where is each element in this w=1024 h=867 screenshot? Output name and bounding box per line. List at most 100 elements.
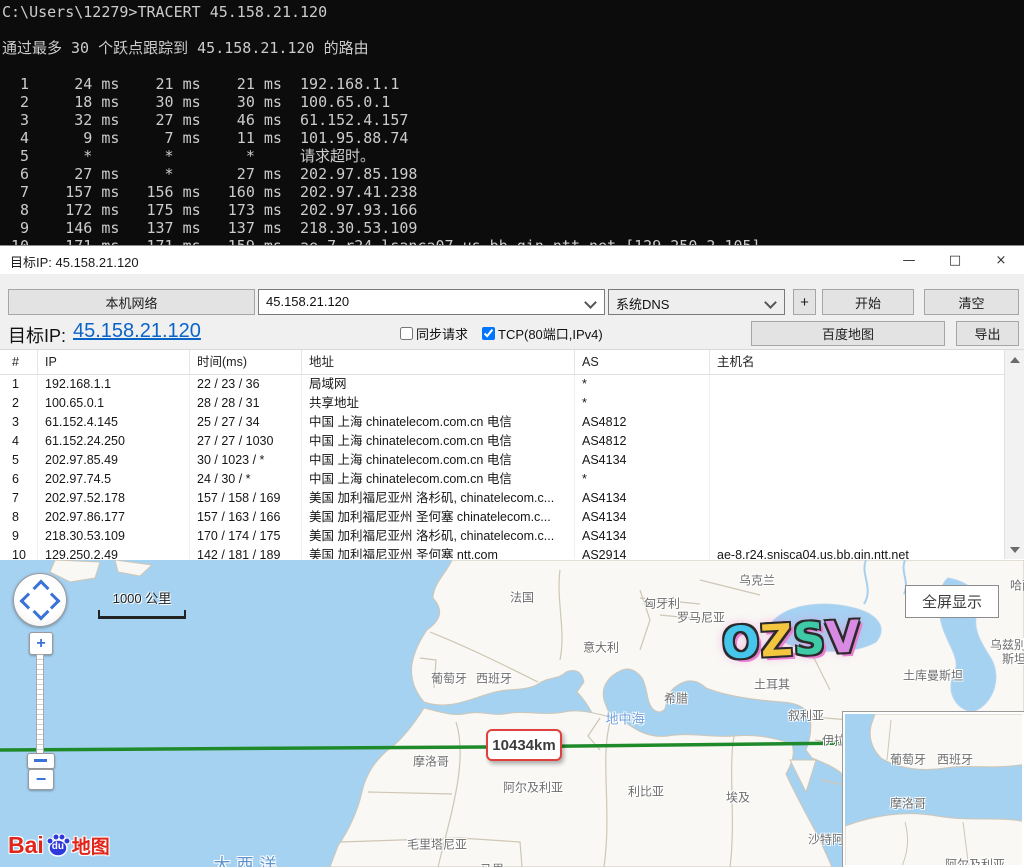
pan-up-icon[interactable] (33, 580, 50, 597)
terminal-line: 1 24 ms 21 ms 21 ms 192.168.1.1 (2, 75, 1024, 93)
table-cell: 9 (0, 527, 38, 546)
table-cell: 局域网 (302, 375, 575, 394)
dns-combobox[interactable]: 系统DNS (608, 289, 785, 315)
sync-checkbox[interactable] (400, 327, 413, 340)
pan-down-icon[interactable] (33, 604, 50, 621)
col-header-hostname[interactable]: 主机名 (710, 350, 1024, 374)
table-cell (710, 508, 1024, 527)
table-cell: 192.168.1.1 (38, 375, 190, 394)
map-label: 大西洋 (214, 851, 283, 867)
table-cell: 4 (0, 432, 38, 451)
toolbar: 本机网络 45.158.21.120 系统DNS + 开始 清空 (0, 274, 1024, 319)
col-header-address[interactable]: 地址 (302, 350, 575, 374)
zoom-slider-track[interactable] (36, 654, 44, 754)
table-row[interactable]: 361.152.4.14525 / 27 / 34中国 上海 chinatele… (0, 413, 1024, 432)
table-row[interactable]: 6202.97.74.524 / 30 / *中国 上海 chinateleco… (0, 470, 1024, 489)
sync-request-option[interactable]: 同步请求 (400, 324, 468, 343)
sync-label: 同步请求 (416, 324, 468, 343)
table-row[interactable]: 8202.97.86.177157 / 163 / 166美国 加利福尼亚州 圣… (0, 508, 1024, 527)
table-row[interactable]: 461.152.24.25027 / 27 / 1030中国 上海 chinat… (0, 432, 1024, 451)
table-cell: 157 / 163 / 166 (190, 508, 302, 527)
start-button[interactable]: 开始 (822, 289, 914, 315)
table-cell: * (575, 394, 710, 413)
clear-button[interactable]: 清空 (924, 289, 1019, 315)
table-cell: 24 / 30 / * (190, 470, 302, 489)
table-cell: 30 / 1023 / * (190, 451, 302, 470)
export-button[interactable]: 导出 (956, 321, 1019, 346)
map-label: 意大利 (583, 639, 619, 656)
window-titlebar[interactable]: 目标IP: 45.158.21.120 — □ × (0, 246, 1024, 274)
table-cell (710, 394, 1024, 413)
col-header-index[interactable]: # (0, 350, 38, 374)
local-network-button[interactable]: 本机网络 (8, 289, 255, 315)
baidu-map-button[interactable]: 百度地图 (751, 321, 945, 346)
table-cell: 5 (0, 451, 38, 470)
table-row[interactable]: 10129.250.2.49142 / 181 / 189美国 加利福尼亚州 圣… (0, 546, 1024, 559)
hop-table-header: # IP 时间(ms) 地址 AS 主机名 (0, 350, 1024, 375)
map-label: 摩洛哥 (413, 753, 449, 770)
table-cell: * (575, 375, 710, 394)
maximize-icon[interactable]: □ (932, 246, 978, 274)
table-cell: 中国 上海 chinatelecom.com.cn 电信 (302, 432, 575, 451)
map-label: 马里 (480, 861, 504, 867)
zoom-slider-handle[interactable] (27, 753, 55, 769)
terminal-window[interactable]: C:\Users\12279>TRACERT 45.158.21.120通过最多… (0, 0, 1024, 245)
hop-table: # IP 时间(ms) 地址 AS 主机名 1192.168.1.122 / 2… (0, 349, 1024, 559)
distance-label: 10434km (492, 737, 555, 754)
chevron-down-icon[interactable] (764, 296, 777, 309)
map-label: 哈萨克斯坦 (1010, 577, 1024, 594)
chevron-down-icon[interactable] (584, 296, 597, 309)
table-cell: 129.250.2.49 (38, 546, 190, 559)
scroll-up-icon[interactable] (1010, 357, 1020, 363)
inset-map[interactable]: 葡萄牙西班牙摩洛哥阿尔及利亚 (843, 712, 1024, 867)
table-row[interactable]: 5202.97.85.4930 / 1023 / *中国 上海 chinatel… (0, 451, 1024, 470)
pan-left-icon[interactable] (20, 593, 37, 610)
map-label: 利比亚 (628, 783, 664, 800)
target-ip-link[interactable]: 45.158.21.120 (73, 320, 201, 343)
inset-map-label: 西班牙 (937, 751, 973, 768)
col-header-as[interactable]: AS (575, 350, 710, 374)
pan-control[interactable] (13, 573, 67, 627)
scroll-down-icon[interactable] (1010, 547, 1020, 553)
target-ip-combobox[interactable]: 45.158.21.120 (258, 289, 605, 315)
table-cell: 202.97.74.5 (38, 470, 190, 489)
table-cell: 61.152.4.145 (38, 413, 190, 432)
table-cell: 202.97.86.177 (38, 508, 190, 527)
table-cell (710, 375, 1024, 394)
watermark-letter: O (721, 617, 762, 670)
terminal-line: 通过最多 30 个跃点跟踪到 45.158.21.120 的路由 (2, 39, 1024, 57)
table-cell (710, 527, 1024, 546)
zoom-in-button[interactable]: + (29, 632, 53, 655)
map-label: 罗马尼亚 (677, 609, 725, 626)
subbar: 目标IP: 45.158.21.120 同步请求 TCP(80端口,IPv4) … (0, 319, 1024, 349)
pan-right-icon[interactable] (44, 593, 61, 610)
table-cell: 202.97.52.178 (38, 489, 190, 508)
fullscreen-button[interactable]: 全屏显示 (905, 585, 999, 618)
baidu-map-canvas[interactable]: 法国匈牙利罗马尼亚乌克兰意大利葡萄牙西班牙希腊土耳其哈萨克斯坦乌兹别克斯坦土库曼… (0, 560, 1024, 867)
minimize-icon[interactable]: — (886, 246, 932, 274)
tcp-checkbox[interactable] (482, 327, 495, 340)
col-header-ip[interactable]: IP (38, 350, 190, 374)
add-target-button[interactable]: + (793, 289, 816, 315)
baidu-logo-ditu: 地图 (72, 832, 110, 859)
dns-value: 系统DNS (616, 294, 669, 313)
col-header-time[interactable]: 时间(ms) (190, 350, 302, 374)
table-row[interactable]: 1192.168.1.122 / 23 / 36局域网* (0, 375, 1024, 394)
map-label: 乌兹别克斯坦 (990, 639, 1024, 667)
table-cell: * (575, 470, 710, 489)
table-cell: 170 / 174 / 175 (190, 527, 302, 546)
zoom-out-button[interactable]: − (28, 769, 54, 790)
table-row[interactable]: 7202.97.52.178157 / 158 / 169美国 加利福尼亚州 洛… (0, 489, 1024, 508)
map-label: 希腊 (664, 690, 688, 707)
close-icon[interactable]: × (978, 246, 1024, 274)
table-cell (710, 451, 1024, 470)
table-cell: AS4134 (575, 508, 710, 527)
table-cell: 美国 加利福尼亚州 圣何塞 ntt.com (302, 546, 575, 559)
table-scrollbar[interactable] (1004, 350, 1024, 559)
table-row[interactable]: 2100.65.0.128 / 28 / 31共享地址* (0, 394, 1024, 413)
baidu-logo-du: du (52, 841, 64, 852)
table-row[interactable]: 9218.30.53.109170 / 174 / 175美国 加利福尼亚州 洛… (0, 527, 1024, 546)
tcp-label: TCP(80端口,IPv4) (498, 324, 603, 343)
map-label: 阿尔及利亚 (503, 779, 563, 796)
tcp-option[interactable]: TCP(80端口,IPv4) (482, 324, 603, 343)
